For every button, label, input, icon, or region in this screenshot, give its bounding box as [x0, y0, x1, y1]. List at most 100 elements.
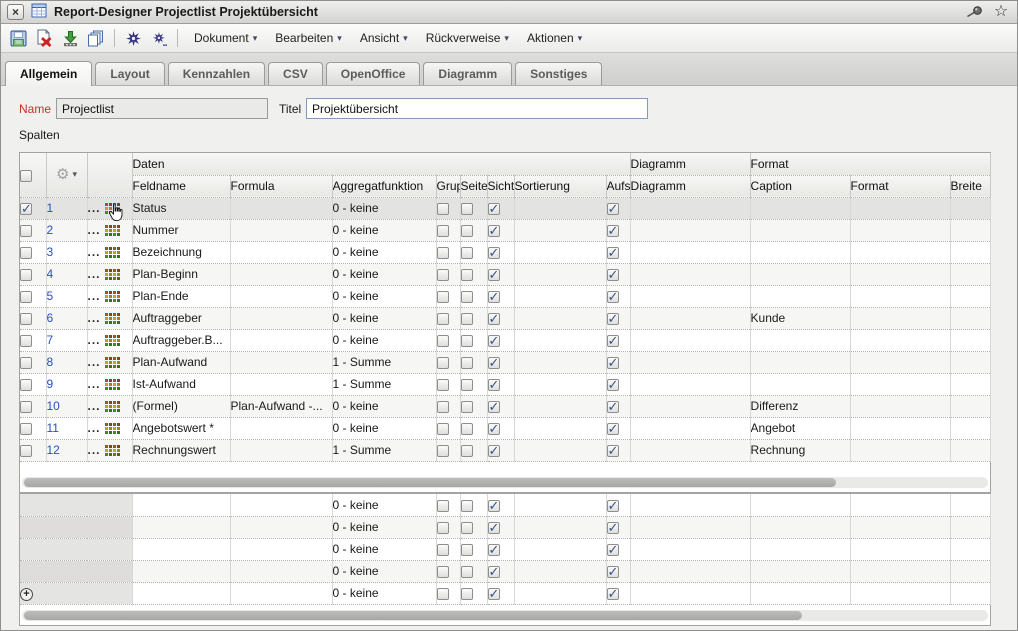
- aufs-checkbox[interactable]: [607, 203, 619, 215]
- cell-sortierung[interactable]: [514, 219, 606, 241]
- row-select-checkbox[interactable]: [20, 423, 32, 435]
- cell-feldname[interactable]: [132, 494, 230, 516]
- cell-diagramm[interactable]: [630, 351, 750, 373]
- cell-diagramm[interactable]: [630, 494, 750, 516]
- field-colors-grid-icon[interactable]: [105, 225, 120, 236]
- cell-formula[interactable]: [230, 219, 332, 241]
- cell-breite[interactable]: [950, 417, 990, 439]
- import-icon[interactable]: [59, 27, 81, 49]
- cell-format[interactable]: [850, 516, 950, 538]
- aufs-checkbox[interactable]: [607, 588, 619, 600]
- cell-caption[interactable]: [750, 516, 850, 538]
- cell-feldname[interactable]: [132, 538, 230, 560]
- horizontal-scrollbar-track[interactable]: [22, 610, 988, 621]
- tab-diagramm[interactable]: Diagramm: [423, 62, 512, 85]
- aufs-checkbox[interactable]: [607, 291, 619, 303]
- aufs-checkbox[interactable]: [607, 566, 619, 578]
- cell-feldname[interactable]: [132, 582, 230, 604]
- cell-diagramm[interactable]: [630, 395, 750, 417]
- cell-caption[interactable]: [750, 219, 850, 241]
- cell-format[interactable]: [850, 582, 950, 604]
- grup-checkbox[interactable]: [437, 401, 449, 413]
- field-colors-grid-icon[interactable]: [105, 445, 120, 456]
- cell-breite[interactable]: [950, 263, 990, 285]
- aufs-checkbox[interactable]: [607, 423, 619, 435]
- cell-diagramm[interactable]: [630, 285, 750, 307]
- grup-checkbox[interactable]: [437, 203, 449, 215]
- cell-aggregatfunktion[interactable]: 1 - Summe: [332, 351, 436, 373]
- aufs-checkbox[interactable]: [607, 269, 619, 281]
- cell-diagramm[interactable]: [630, 582, 750, 604]
- row-number[interactable]: 6: [46, 307, 87, 329]
- cell-caption[interactable]: [750, 538, 850, 560]
- grup-checkbox[interactable]: [437, 225, 449, 237]
- cell-format[interactable]: [850, 538, 950, 560]
- grup-checkbox[interactable]: [437, 313, 449, 325]
- cell-feldname[interactable]: Plan-Aufwand: [132, 351, 230, 373]
- seite-checkbox[interactable]: [461, 379, 473, 391]
- grup-checkbox[interactable]: [437, 357, 449, 369]
- titel-input[interactable]: [306, 98, 648, 119]
- sicht-checkbox[interactable]: [488, 379, 500, 391]
- cell-format[interactable]: [850, 373, 950, 395]
- cell-breite[interactable]: [950, 307, 990, 329]
- sicht-checkbox[interactable]: [488, 588, 500, 600]
- more-button[interactable]: ...: [88, 201, 101, 215]
- more-button[interactable]: ...: [88, 289, 101, 303]
- cell-diagramm[interactable]: [630, 307, 750, 329]
- cell-feldname[interactable]: Plan-Beginn: [132, 263, 230, 285]
- cell-caption[interactable]: Kunde: [750, 307, 850, 329]
- row-number[interactable]: 5: [46, 285, 87, 307]
- cell-formula[interactable]: [230, 307, 332, 329]
- cell-caption[interactable]: [750, 373, 850, 395]
- tab-allgemein[interactable]: Allgemein: [5, 61, 92, 86]
- cell-format[interactable]: [850, 285, 950, 307]
- cell-format[interactable]: [850, 417, 950, 439]
- more-button[interactable]: ...: [88, 377, 101, 391]
- more-button[interactable]: ...: [88, 267, 101, 281]
- cell-caption[interactable]: [750, 560, 850, 582]
- row-select-checkbox[interactable]: [20, 379, 32, 391]
- cell-format[interactable]: [850, 560, 950, 582]
- tab-csv[interactable]: CSV: [268, 62, 323, 85]
- cell-format[interactable]: [850, 307, 950, 329]
- aufs-checkbox[interactable]: [607, 500, 619, 512]
- cell-diagramm[interactable]: [630, 241, 750, 263]
- cell-diagramm[interactable]: [630, 263, 750, 285]
- cell-breite[interactable]: [950, 560, 990, 582]
- grup-checkbox[interactable]: [437, 379, 449, 391]
- cell-feldname[interactable]: Rechnungswert: [132, 439, 230, 461]
- cell-caption[interactable]: Rechnung: [750, 439, 850, 461]
- cell-format[interactable]: [850, 329, 950, 351]
- name-input[interactable]: [56, 98, 268, 119]
- cell-formula[interactable]: [230, 560, 332, 582]
- cell-aggregatfunktion[interactable]: 0 - keine: [332, 516, 436, 538]
- more-button[interactable]: ...: [88, 245, 101, 259]
- field-colors-grid-icon[interactable]: [105, 203, 120, 214]
- cell-format[interactable]: [850, 494, 950, 516]
- row-select-checkbox[interactable]: [20, 203, 32, 215]
- row-number[interactable]: 11: [46, 417, 87, 439]
- cell-aggregatfunktion[interactable]: 0 - keine: [332, 329, 436, 351]
- row-number[interactable]: 8: [46, 351, 87, 373]
- cell-format[interactable]: [850, 219, 950, 241]
- field-colors-grid-icon[interactable]: [105, 269, 120, 280]
- cell-format[interactable]: [850, 263, 950, 285]
- cell-feldname[interactable]: Ist-Aufwand: [132, 373, 230, 395]
- sicht-checkbox[interactable]: [488, 566, 500, 578]
- horizontal-scrollbar-thumb[interactable]: [24, 611, 802, 620]
- cell-sortierung[interactable]: [514, 329, 606, 351]
- delete-document-icon[interactable]: [33, 27, 55, 49]
- field-colors-grid-icon[interactable]: [105, 313, 120, 324]
- cell-breite[interactable]: [950, 197, 990, 219]
- aufs-checkbox[interactable]: [607, 357, 619, 369]
- cell-formula[interactable]: [230, 351, 332, 373]
- cell-diagramm[interactable]: [630, 197, 750, 219]
- cell-caption[interactable]: [750, 494, 850, 516]
- cell-aggregatfunktion[interactable]: 0 - keine: [332, 263, 436, 285]
- close-button[interactable]: ×: [7, 4, 24, 20]
- cell-feldname[interactable]: Angebotswert *: [132, 417, 230, 439]
- seite-checkbox[interactable]: [461, 566, 473, 578]
- seite-checkbox[interactable]: [461, 588, 473, 600]
- aufs-checkbox[interactable]: [607, 247, 619, 259]
